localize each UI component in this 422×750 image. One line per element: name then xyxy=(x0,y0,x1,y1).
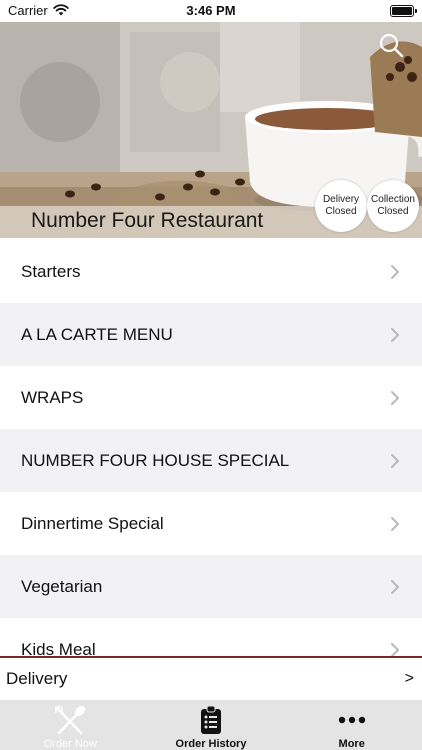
menu-category-label: A LA CARTE MENU xyxy=(21,324,173,344)
menu-category-house-special[interactable]: NUMBER FOUR HOUSE SPECIAL xyxy=(0,429,422,492)
search-icon[interactable] xyxy=(378,32,404,58)
chevron-right-icon xyxy=(391,516,399,531)
delivery-mode-label: Delivery xyxy=(6,669,68,688)
carrier-label: Carrier xyxy=(8,3,48,18)
tab-label: Order History xyxy=(175,738,247,750)
battery-icon xyxy=(390,5,417,17)
menu-category-list[interactable]: Starters A LA CARTE MENU WRAPS NUMBER FO… xyxy=(0,240,422,656)
ellipsis-icon xyxy=(338,716,365,724)
collection-status-title: Collection xyxy=(371,194,415,205)
tab-label: Order Now xyxy=(43,738,97,750)
menu-category-vegetarian[interactable]: Vegetarian xyxy=(0,555,422,618)
wifi-icon xyxy=(53,4,69,16)
delivery-status-state: Closed xyxy=(325,206,357,217)
menu-category-kids-meal[interactable]: Kids Meal xyxy=(0,618,422,656)
chevron-right-icon xyxy=(391,390,399,405)
collection-status-state: Closed xyxy=(377,206,409,217)
menu-category-label: NUMBER FOUR HOUSE SPECIAL xyxy=(21,450,290,470)
tab-more[interactable]: More xyxy=(281,700,422,750)
tab-bar: Order Now Order History More xyxy=(0,700,422,750)
chevron-right-icon xyxy=(391,579,399,594)
menu-category-starters[interactable]: Starters xyxy=(0,240,422,303)
menu-category-label: Vegetarian xyxy=(21,576,103,596)
delivery-mode-arrow: > xyxy=(404,670,414,687)
delivery-status-title: Delivery xyxy=(322,194,360,205)
menu-category-label: Kids Meal xyxy=(21,639,96,657)
chevron-right-icon xyxy=(391,327,399,342)
menu-category-dinnertime-special[interactable]: Dinnertime Special xyxy=(0,492,422,555)
menu-category-label: Dinnertime Special xyxy=(21,513,164,533)
clipboard-list-icon xyxy=(201,705,221,734)
tab-order-history[interactable]: Order History xyxy=(141,700,282,750)
status-bar: Carrier 3:46 PM xyxy=(0,0,422,22)
hero-banner: Number Four Restaurant Delivery Closed C… xyxy=(0,22,422,238)
menu-category-wraps[interactable]: WRAPS xyxy=(0,366,422,429)
restaurant-name: Number Four Restaurant xyxy=(31,209,264,232)
menu-category-label: WRAPS xyxy=(21,387,84,407)
chevron-right-icon xyxy=(391,264,399,279)
fork-knife-icon xyxy=(55,705,86,735)
chevron-right-icon xyxy=(391,453,399,468)
menu-category-a-la-carte[interactable]: A LA CARTE MENU xyxy=(0,303,422,366)
delivery-mode-selector[interactable]: Delivery > xyxy=(0,656,422,700)
menu-category-label: Starters xyxy=(21,261,81,281)
chevron-right-icon xyxy=(391,642,399,656)
tab-label: More xyxy=(338,738,365,750)
collection-status-badge: Collection Closed xyxy=(367,180,419,232)
delivery-status-badge: Delivery Closed xyxy=(315,180,367,232)
tab-order-now[interactable]: Order Now xyxy=(0,700,141,750)
